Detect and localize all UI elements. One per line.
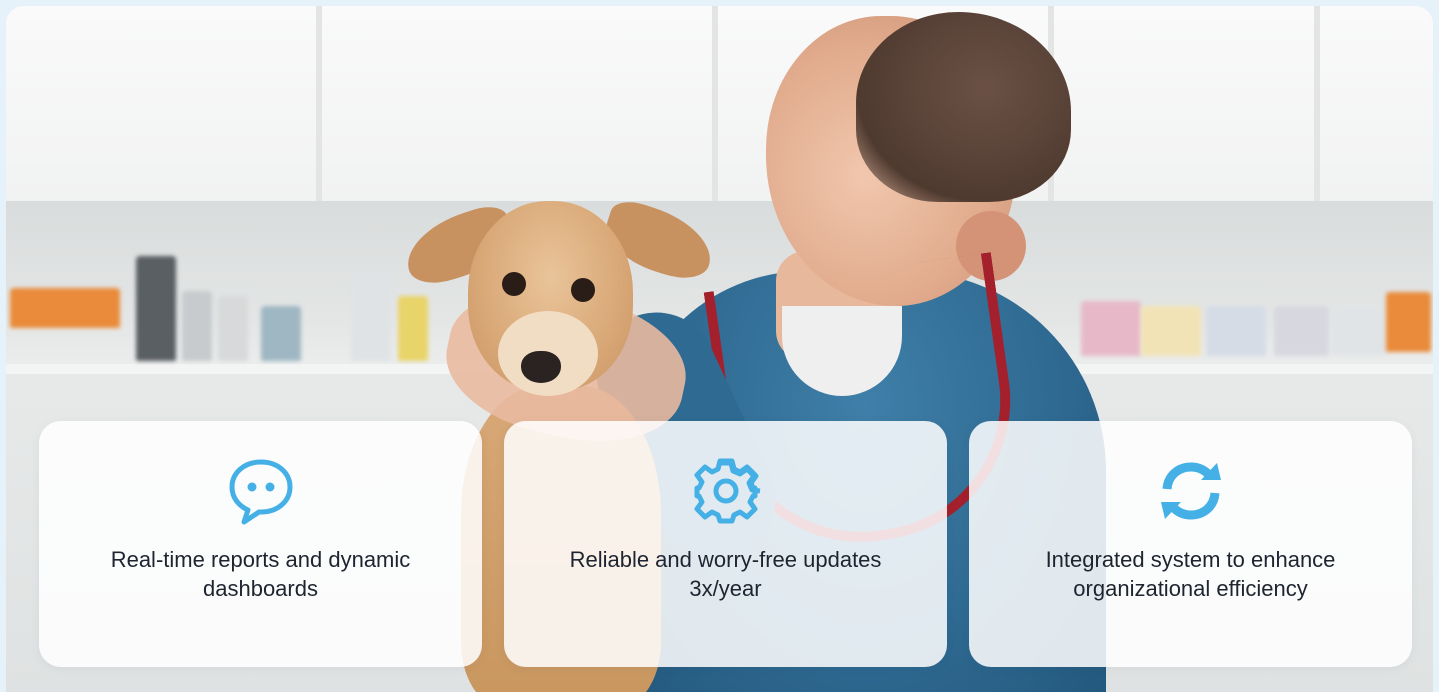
gear-icon [690, 455, 762, 527]
background-cabinet [1320, 6, 1433, 201]
background-bottle [1081, 301, 1141, 356]
background-bottle [136, 256, 176, 361]
background-bottle [1386, 292, 1431, 352]
feature-card-integration: Integrated system to enhance organizatio… [969, 421, 1412, 667]
background-bottle [218, 296, 248, 361]
background-bottle [351, 271, 391, 361]
feature-card-reports: Real-time reports and dynamic dashboards [39, 421, 482, 667]
background-bottle [1206, 306, 1266, 356]
dog-nose [521, 351, 561, 383]
feature-card-updates: Reliable and worry-free updates 3x/year [504, 421, 947, 667]
feature-label: Integrated system to enhance organizatio… [1045, 547, 1336, 601]
dog-eye [502, 272, 526, 296]
chat-bubble-icon [225, 455, 297, 527]
background-bottle [10, 288, 120, 328]
dog-eye [571, 278, 595, 302]
background-cabinet [1054, 6, 1320, 201]
background-bottle [398, 296, 428, 361]
background-bottle [1141, 306, 1201, 356]
background-bottle [1274, 306, 1329, 356]
feature-label: Real-time reports and dynamic dashboards [110, 547, 411, 601]
background-cabinet [322, 6, 718, 201]
background-bottle [1331, 306, 1386, 356]
background-bottle [261, 306, 301, 361]
sync-icon [1155, 455, 1227, 527]
background-bottle [182, 291, 212, 361]
background-cabinet [6, 6, 322, 201]
feature-label: Reliable and worry-free updates 3x/year [569, 547, 882, 601]
